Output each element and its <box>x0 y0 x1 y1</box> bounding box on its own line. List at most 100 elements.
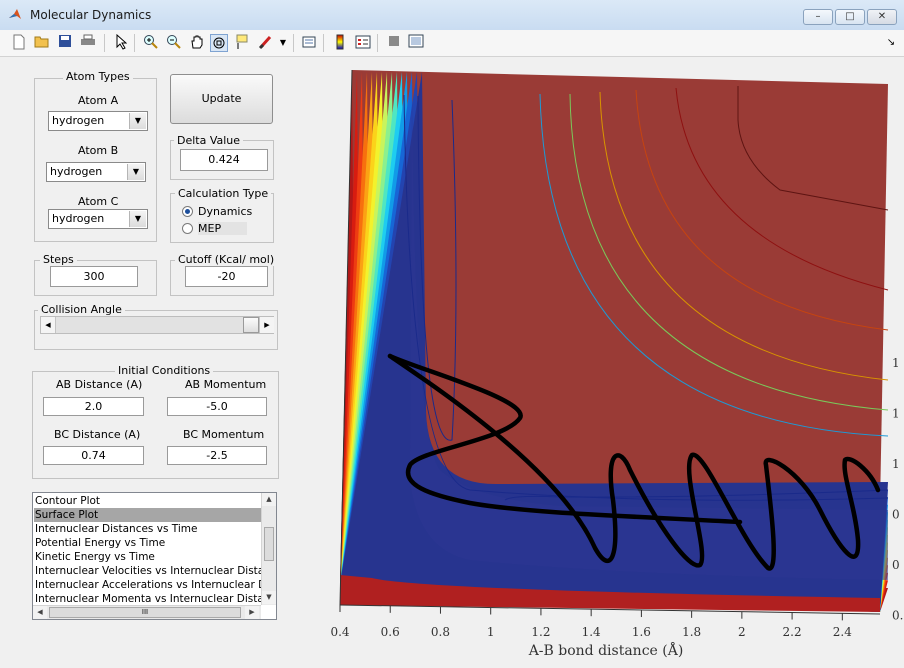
save-icon[interactable] <box>56 34 74 52</box>
steps-input[interactable]: 300 <box>50 266 138 287</box>
plot-type-listbox[interactable]: Contour Plot Surface Plot Internuclear D… <box>32 492 277 620</box>
right-tick-label: 0 <box>892 508 900 522</box>
close-button[interactable]: ✕ <box>867 9 897 25</box>
window-title: Molecular Dynamics <box>30 8 152 22</box>
ab-momentum-input[interactable]: -5.0 <box>167 397 267 416</box>
x-tick-label: 2.4 <box>833 625 852 639</box>
slider-left-arrow-icon[interactable]: ◀ <box>41 317 56 333</box>
steps-title: Steps <box>40 253 77 266</box>
list-item-selected[interactable]: Surface Plot <box>34 508 261 522</box>
bc-distance-input[interactable]: 0.74 <box>43 446 144 465</box>
legend-icon[interactable] <box>354 34 372 52</box>
bc-momentum-input[interactable]: -2.5 <box>167 446 267 465</box>
toolbar-separator <box>377 34 378 52</box>
scroll-up-icon[interactable]: ▲ <box>262 493 276 506</box>
scroll-down-icon[interactable]: ▼ <box>262 591 276 604</box>
potential-energy-surface-chart[interactable]: 0.4 0.6 0.8 1 1.2 1.4 1.6 1.8 2 2.2 2.4 1 1 1 0 0 0. A-… <box>330 56 904 665</box>
matlab-app-icon <box>9 9 21 19</box>
dock-arrow-icon[interactable]: ↘ <box>882 34 900 52</box>
horizontal-scrollbar[interactable]: ◀ III ▶ <box>33 605 261 619</box>
right-tick-label: 1 <box>892 457 900 471</box>
right-tick-label: 0. <box>892 609 903 623</box>
toolbar-separator <box>323 34 324 52</box>
atom-c-label: Atom C <box>78 195 119 208</box>
ab-momentum-label: AB Momentum <box>185 378 267 391</box>
vertical-scrollbar[interactable]: ▲ ▼ <box>261 493 276 605</box>
x-tick-label: 0.8 <box>431 625 450 639</box>
print-icon[interactable] <box>79 34 97 52</box>
rotate-3d-icon[interactable] <box>210 34 228 52</box>
atom-a-select[interactable]: hydrogen ▼ <box>48 111 148 131</box>
ab-distance-input[interactable]: 2.0 <box>43 397 144 416</box>
pan-hand-icon[interactable] <box>188 34 206 52</box>
slider-thumb[interactable] <box>243 317 259 333</box>
atom-a-label: Atom A <box>78 94 119 107</box>
pointer-icon[interactable] <box>112 33 130 52</box>
scroll-thumb-horizontal[interactable]: III <box>49 607 241 618</box>
update-button[interactable]: Update <box>170 74 273 124</box>
delta-value-title: Delta Value <box>174 134 244 147</box>
hide-tools-icon[interactable] <box>385 34 403 52</box>
show-tools-icon[interactable] <box>407 34 425 52</box>
zoom-in-icon[interactable] <box>142 34 160 52</box>
cutoff-input[interactable]: -20 <box>185 266 268 287</box>
scroll-thumb[interactable] <box>264 527 274 561</box>
toolbar-separator <box>104 34 105 52</box>
x-tick-label: 1.8 <box>682 625 701 639</box>
dynamics-radio[interactable] <box>182 206 193 217</box>
x-tick-label: 1.4 <box>582 625 601 639</box>
mep-radio[interactable] <box>182 223 193 234</box>
toolbar-separator <box>293 34 294 52</box>
right-tick-label: 1 <box>892 407 900 421</box>
dropdown-arrow-icon[interactable]: ▼ <box>278 34 288 52</box>
delta-value-input[interactable]: 0.424 <box>180 149 268 171</box>
x-tick-label: 1.2 <box>531 625 550 639</box>
zoom-out-icon[interactable] <box>165 34 183 52</box>
list-item[interactable]: Internuclear Accelerations vs Internucle… <box>34 578 261 592</box>
surface-plot-axes[interactable]: 0.4 0.6 0.8 1 1.2 1.4 1.6 1.8 2 2.2 2.4 1 1 1 0 0 0. A-… <box>330 56 904 665</box>
x-tick-label: 2.2 <box>783 625 802 639</box>
open-folder-icon[interactable] <box>33 34 51 52</box>
colorbar-icon[interactable] <box>331 34 349 52</box>
x-tick-label: 2 <box>738 625 746 639</box>
title-bar: Molecular Dynamics – □ ✕ <box>0 0 904 31</box>
ab-distance-label: AB Distance (A) <box>56 378 143 391</box>
data-cursor-icon[interactable] <box>233 34 251 52</box>
chevron-down-icon: ▼ <box>129 211 146 227</box>
list-item[interactable]: Potential Energy vs Time <box>34 536 261 550</box>
x-tick-label: 1 <box>487 625 495 639</box>
right-axis-ticks: 1 1 1 0 0 0. <box>892 356 903 623</box>
right-tick-label: 0 <box>892 558 900 572</box>
initial-conditions-title: Initial Conditions <box>115 364 214 377</box>
cutoff-title: Cutoff (Kcal/ mol) <box>175 253 278 266</box>
atom-b-label: Atom B <box>78 144 119 157</box>
list-item[interactable]: Internuclear Velocities vs Internuclear … <box>34 564 261 578</box>
bc-distance-label: BC Distance (A) <box>54 428 141 441</box>
chevron-down-icon: ▼ <box>127 164 144 180</box>
x-axis-title: A-B bond distance (Å) <box>528 641 684 659</box>
brush-icon[interactable] <box>257 34 275 52</box>
toolbar-separator <box>134 34 135 52</box>
x-tick-label: 0.4 <box>330 625 349 639</box>
atom-c-select[interactable]: hydrogen ▼ <box>48 209 148 229</box>
slider-right-arrow-icon[interactable]: ▶ <box>259 317 274 333</box>
list-item[interactable]: Contour Plot <box>34 494 261 508</box>
scroll-left-icon[interactable]: ◀ <box>33 606 47 619</box>
dynamics-radio-label: Dynamics <box>198 205 253 218</box>
maximize-button[interactable]: □ <box>835 9 865 25</box>
atom-b-select[interactable]: hydrogen ▼ <box>46 162 146 182</box>
list-item[interactable]: Internuclear Distances vs Time <box>34 522 261 536</box>
new-file-icon[interactable] <box>10 34 28 52</box>
chevron-down-icon: ▼ <box>129 113 146 129</box>
scroll-right-icon[interactable]: ▶ <box>245 606 259 619</box>
list-item[interactable]: Kinetic Energy vs Time <box>34 550 261 564</box>
figure-toolbar: ▼ ↘ <box>0 30 904 57</box>
right-tick-label: 1 <box>892 356 900 370</box>
list-item[interactable]: Internuclear Momenta vs Internuclear Dis… <box>34 592 261 606</box>
collision-angle-slider[interactable]: ◀ ▶ <box>40 316 274 334</box>
minimize-button[interactable]: – <box>803 9 833 25</box>
print-figure-icon[interactable] <box>300 34 318 52</box>
calculation-type-panel <box>170 193 274 243</box>
x-tick-label: 0.6 <box>381 625 400 639</box>
bc-momentum-label: BC Momentum <box>183 428 265 441</box>
